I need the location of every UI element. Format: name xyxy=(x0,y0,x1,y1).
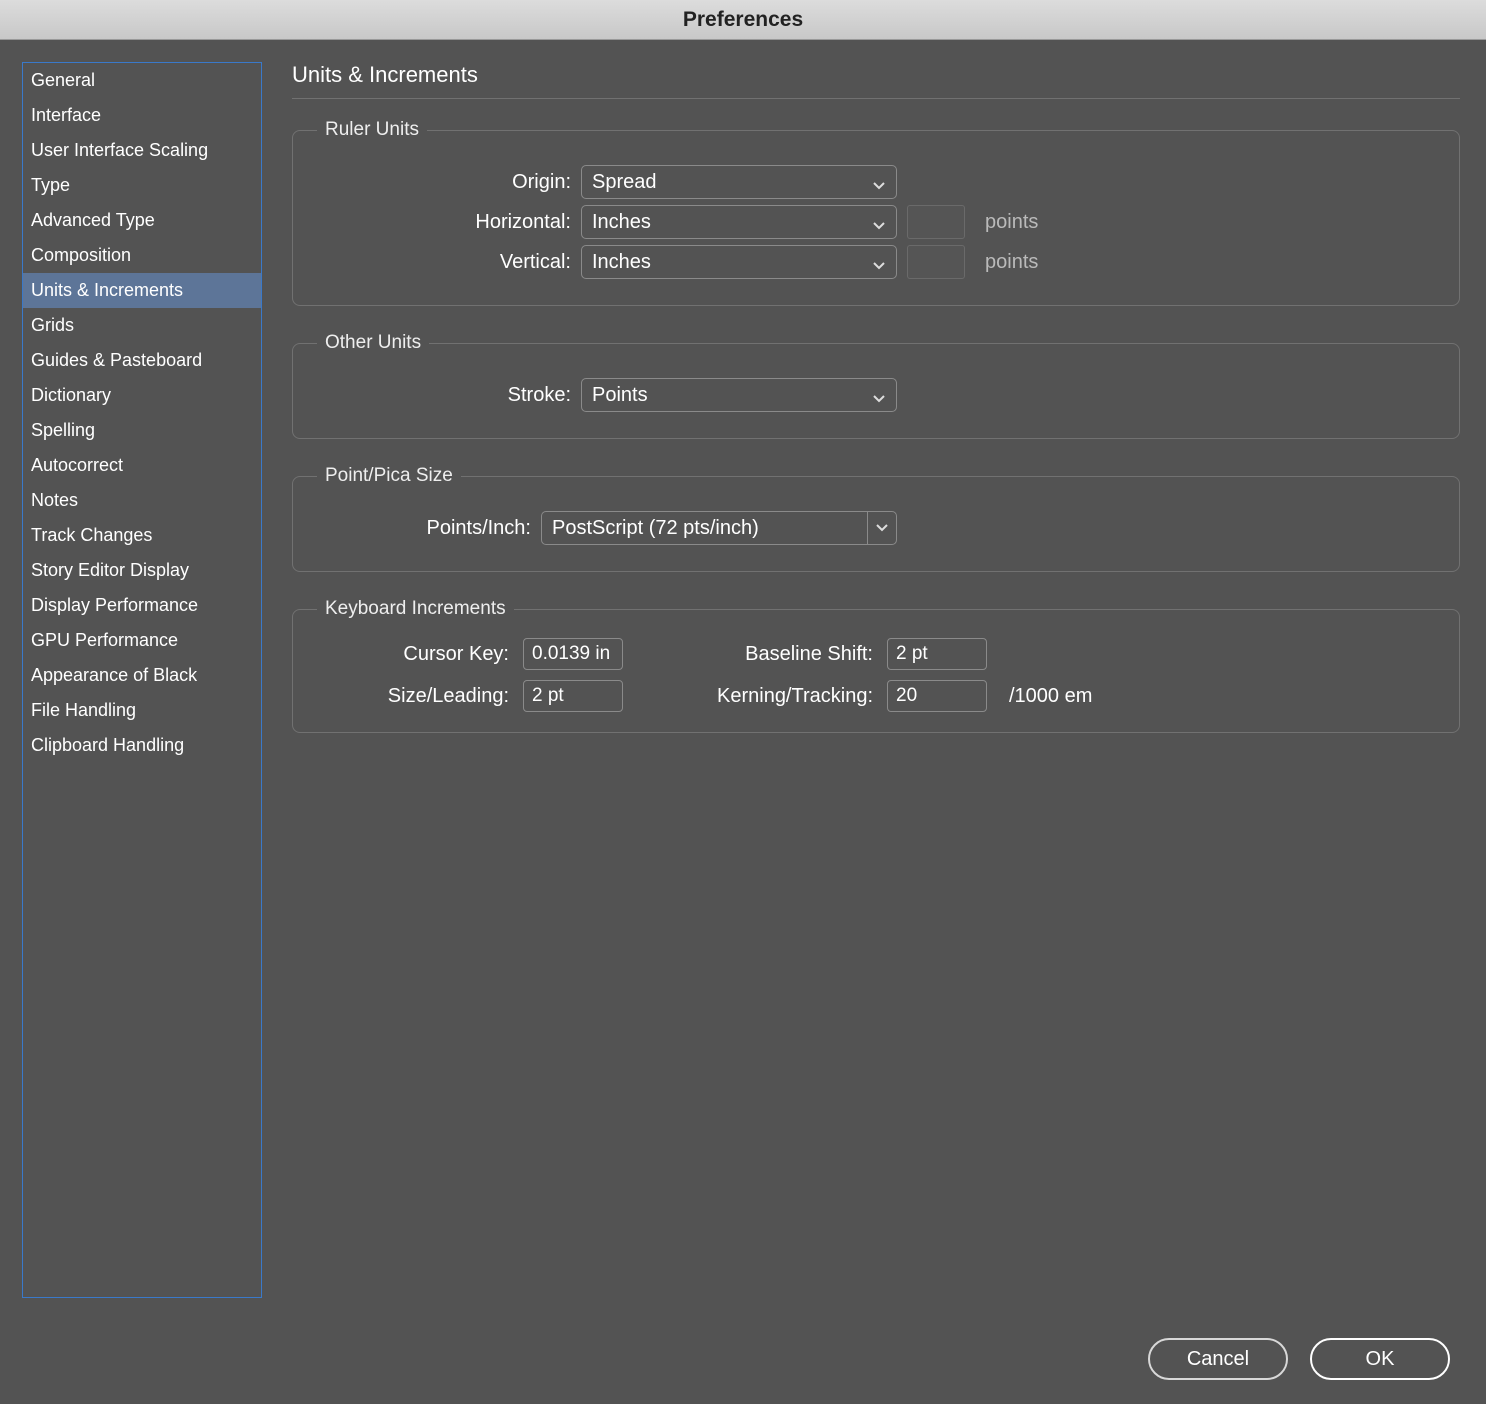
page-title: Units & Increments xyxy=(292,62,1460,99)
sidebar-item-display-performance[interactable]: Display Performance xyxy=(23,588,261,623)
kerning-tracking-label: Kerning/Tracking: xyxy=(645,685,875,708)
points-inch-dropdown-button[interactable] xyxy=(867,511,897,545)
points-inch-label: Points/Inch: xyxy=(311,517,541,540)
origin-value: Spread xyxy=(592,171,657,194)
points-inch-select[interactable]: PostScript (72 pts/inch) xyxy=(541,511,897,545)
cursor-key-input[interactable] xyxy=(523,638,623,670)
sidebar-item-units-increments[interactable]: Units & Increments xyxy=(23,273,261,308)
horizontal-label: Horizontal: xyxy=(311,211,581,234)
baseline-shift-input[interactable] xyxy=(887,638,987,670)
dialog-button-row: Cancel OK xyxy=(22,1328,1460,1386)
chevron-down-icon xyxy=(872,175,886,189)
cancel-button-label: Cancel xyxy=(1187,1348,1249,1371)
origin-select[interactable]: Spread xyxy=(581,165,897,199)
ok-button[interactable]: OK xyxy=(1310,1338,1450,1380)
keyboard-increments-legend: Keyboard Increments xyxy=(317,598,514,620)
vertical-label: Vertical: xyxy=(311,251,581,274)
sidebar-item-type[interactable]: Type xyxy=(23,168,261,203)
stroke-value: Points xyxy=(592,384,648,407)
sidebar-item-interface[interactable]: Interface xyxy=(23,98,261,133)
preferences-sidebar: GeneralInterfaceUser Interface ScalingTy… xyxy=(22,62,262,1298)
sidebar-item-composition[interactable]: Composition xyxy=(23,238,261,273)
sidebar-item-user-interface-scaling[interactable]: User Interface Scaling xyxy=(23,133,261,168)
sidebar-item-file-handling[interactable]: File Handling xyxy=(23,693,261,728)
origin-label: Origin: xyxy=(311,171,581,194)
ruler-units-group: Ruler Units Origin: Spread Horizontal: xyxy=(292,119,1460,306)
horizontal-select[interactable]: Inches xyxy=(581,205,897,239)
sidebar-item-gpu-performance[interactable]: GPU Performance xyxy=(23,623,261,658)
sidebar-item-general[interactable]: General xyxy=(23,63,261,98)
cursor-key-label: Cursor Key: xyxy=(311,643,511,666)
chevron-down-icon xyxy=(875,518,889,539)
window-title: Preferences xyxy=(683,8,803,31)
sidebar-item-autocorrect[interactable]: Autocorrect xyxy=(23,448,261,483)
baseline-shift-label: Baseline Shift: xyxy=(645,643,875,666)
sidebar-item-track-changes[interactable]: Track Changes xyxy=(23,518,261,553)
chevron-down-icon xyxy=(872,215,886,229)
other-units-group: Other Units Stroke: Points xyxy=(292,332,1460,439)
other-units-legend: Other Units xyxy=(317,332,429,354)
horizontal-value: Inches xyxy=(592,211,651,234)
sidebar-item-appearance-of-black[interactable]: Appearance of Black xyxy=(23,658,261,693)
chevron-down-icon xyxy=(872,388,886,402)
sidebar-item-spelling[interactable]: Spelling xyxy=(23,413,261,448)
stroke-select[interactable]: Points xyxy=(581,378,897,412)
sidebar-item-grids[interactable]: Grids xyxy=(23,308,261,343)
point-pica-group: Point/Pica Size Points/Inch: PostScript … xyxy=(292,465,1460,572)
sidebar-item-notes[interactable]: Notes xyxy=(23,483,261,518)
vertical-points-suffix: points xyxy=(985,251,1038,274)
horizontal-points-input[interactable] xyxy=(907,205,965,239)
kerning-tracking-input[interactable] xyxy=(887,680,987,712)
sidebar-item-guides-pasteboard[interactable]: Guides & Pasteboard xyxy=(23,343,261,378)
keyboard-increments-group: Keyboard Increments Cursor Key: Baseline… xyxy=(292,598,1460,733)
ok-button-label: OK xyxy=(1366,1348,1395,1371)
horizontal-points-suffix: points xyxy=(985,211,1038,234)
sidebar-item-dictionary[interactable]: Dictionary xyxy=(23,378,261,413)
preferences-main: Units & Increments Ruler Units Origin: S… xyxy=(292,62,1460,1298)
size-leading-label: Size/Leading: xyxy=(311,685,511,708)
points-inch-value: PostScript (72 pts/inch) xyxy=(552,517,759,540)
point-pica-legend: Point/Pica Size xyxy=(317,465,461,487)
size-leading-input[interactable] xyxy=(523,680,623,712)
sidebar-item-clipboard-handling[interactable]: Clipboard Handling xyxy=(23,728,261,763)
vertical-points-input[interactable] xyxy=(907,245,965,279)
cancel-button[interactable]: Cancel xyxy=(1148,1338,1288,1380)
chevron-down-icon xyxy=(872,255,886,269)
window-titlebar: Preferences xyxy=(0,0,1486,40)
vertical-value: Inches xyxy=(592,251,651,274)
stroke-label: Stroke: xyxy=(311,384,581,407)
sidebar-item-advanced-type[interactable]: Advanced Type xyxy=(23,203,261,238)
ruler-units-legend: Ruler Units xyxy=(317,119,427,141)
sidebar-item-story-editor-display[interactable]: Story Editor Display xyxy=(23,553,261,588)
kerning-tracking-suffix: /1000 em xyxy=(1009,685,1441,708)
vertical-select[interactable]: Inches xyxy=(581,245,897,279)
